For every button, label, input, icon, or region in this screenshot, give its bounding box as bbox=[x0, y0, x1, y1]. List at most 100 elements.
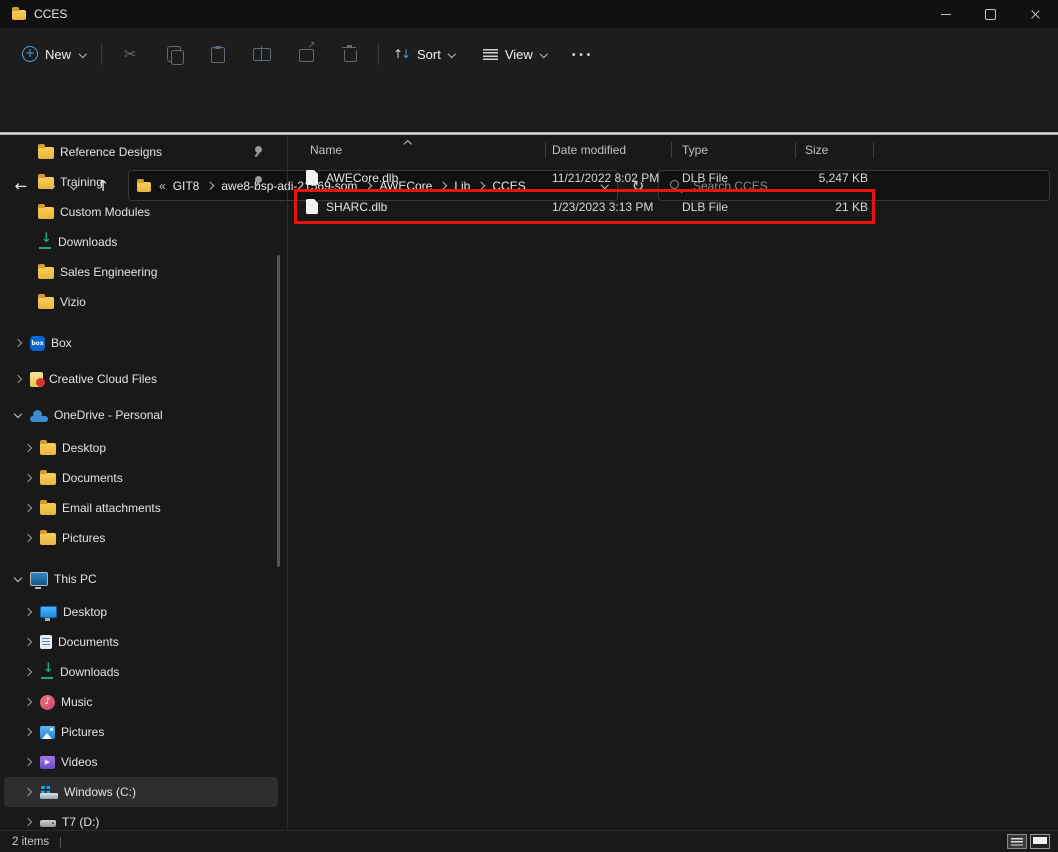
sidebar-item-videos[interactable]: Videos bbox=[4, 747, 278, 777]
folder-icon bbox=[38, 147, 54, 159]
file-explorer-window: CCES New Sort View bbox=[0, 0, 1058, 852]
sidebar-item-pictures[interactable]: Pictures bbox=[4, 523, 278, 553]
minimize-button[interactable] bbox=[923, 0, 968, 28]
chevron-right-icon[interactable] bbox=[22, 606, 34, 618]
chevron-right-icon[interactable] bbox=[22, 636, 34, 648]
sort-button[interactable]: Sort bbox=[385, 41, 465, 68]
chevron-right-icon[interactable] bbox=[22, 502, 34, 514]
folder-icon bbox=[12, 10, 26, 20]
folder-icon bbox=[40, 533, 56, 545]
chevron-right-icon[interactable] bbox=[22, 756, 34, 768]
sidebar-item-desktop[interactable]: Desktop bbox=[4, 597, 278, 627]
chevron-right-icon[interactable] bbox=[22, 442, 34, 454]
chevron-right-icon[interactable] bbox=[22, 696, 34, 708]
sidebar-item-desktop[interactable]: Desktop bbox=[4, 433, 278, 463]
file-row-sharc-dlb[interactable]: SHARC.dlb1/23/2023 3:13 PMDLB File21 KB bbox=[288, 192, 1058, 221]
sidebar-item-documents[interactable]: Documents bbox=[4, 627, 278, 657]
column-header-label: Size bbox=[805, 143, 828, 157]
sidebar-item-label: Videos bbox=[61, 755, 97, 769]
sidebar-item-label: Custom Modules bbox=[60, 205, 150, 219]
sidebar-item-reference-designs[interactable]: Reference Designs bbox=[4, 137, 278, 167]
see-more-button[interactable] bbox=[565, 38, 599, 70]
chevron-right-icon[interactable] bbox=[22, 786, 34, 798]
chevron-right-icon[interactable] bbox=[22, 816, 34, 828]
column-header-size[interactable]: Size bbox=[796, 137, 874, 163]
file-size: 5,247 KB bbox=[796, 171, 874, 185]
column-header-name[interactable]: Name bbox=[288, 137, 546, 163]
this-pc-icon bbox=[30, 572, 48, 586]
sidebar-item-pictures[interactable]: Pictures bbox=[4, 717, 278, 747]
share-button[interactable] bbox=[289, 38, 323, 70]
chevron-down-icon[interactable] bbox=[12, 409, 24, 421]
file-icon bbox=[306, 199, 318, 214]
chevron-right-icon[interactable] bbox=[12, 337, 24, 349]
view-toggles bbox=[1007, 834, 1050, 849]
documents-icon bbox=[40, 635, 52, 649]
sidebar-item-creative-cloud-files[interactable]: Creative Cloud Files bbox=[4, 361, 278, 397]
item-count: 2 items bbox=[12, 836, 49, 848]
sidebar-item-label: Sales Engineering bbox=[60, 265, 157, 279]
sidebar-item-sales-engineering[interactable]: Sales Engineering bbox=[4, 257, 278, 287]
sidebar-item-t7-d[interactable]: T7 (D:) bbox=[4, 807, 278, 830]
paste-icon bbox=[211, 47, 225, 63]
chevron-right-icon[interactable] bbox=[22, 532, 34, 544]
folder-icon bbox=[40, 473, 56, 485]
sidebar-item-music[interactable]: Music bbox=[4, 687, 278, 717]
sidebar-item-label: OneDrive - Personal bbox=[54, 408, 163, 422]
chevron-right-icon[interactable] bbox=[22, 666, 34, 678]
file-type: DLB File bbox=[672, 200, 796, 214]
delete-button[interactable] bbox=[333, 38, 367, 70]
view-button[interactable]: View bbox=[475, 41, 557, 68]
sidebar-item-label: Pictures bbox=[61, 725, 104, 739]
folder-icon bbox=[38, 177, 54, 189]
plus-circle-icon bbox=[22, 46, 38, 62]
chevron-right-icon[interactable] bbox=[22, 472, 34, 484]
chevron-down-icon bbox=[540, 50, 549, 59]
view-button-label: View bbox=[505, 47, 533, 62]
sidebar-item-downloads[interactable]: Downloads bbox=[4, 657, 278, 687]
rename-button[interactable] bbox=[245, 38, 279, 70]
sidebar-item-label: This PC bbox=[54, 572, 97, 586]
sidebar-item-label: Downloads bbox=[58, 235, 117, 249]
file-date-modified: 11/21/2022 8:02 PM bbox=[546, 171, 672, 185]
minimize-icon bbox=[941, 14, 951, 15]
chevron-right-icon[interactable] bbox=[12, 373, 24, 385]
file-rows: AWECore.dlb11/21/2022 8:02 PMDLB File5,2… bbox=[288, 163, 1058, 221]
new-button[interactable]: New bbox=[14, 40, 95, 68]
folder-icon bbox=[38, 207, 54, 219]
file-name: SHARC.dlb bbox=[326, 200, 387, 214]
sidebar-item-email-attachments[interactable]: Email attachments bbox=[4, 493, 278, 523]
sidebar-item-windows-c[interactable]: Windows (C:) bbox=[4, 777, 278, 807]
music-icon bbox=[40, 695, 55, 710]
large-icons-view-button[interactable] bbox=[1030, 834, 1050, 849]
column-header-date-modified[interactable]: Date modified bbox=[546, 137, 672, 163]
column-header-label: Name bbox=[310, 143, 342, 157]
chevron-down-icon[interactable] bbox=[12, 573, 24, 585]
trash-icon bbox=[344, 50, 357, 62]
sidebar-item-label: Windows (C:) bbox=[64, 785, 136, 799]
drive-icon bbox=[40, 820, 56, 827]
cut-button[interactable] bbox=[113, 38, 147, 70]
sidebar-item-training[interactable]: Training bbox=[4, 167, 278, 197]
sidebar-item-onedrive-personal[interactable]: OneDrive - Personal bbox=[4, 397, 278, 433]
chevron-right-icon[interactable] bbox=[22, 726, 34, 738]
sidebar-item-box[interactable]: Box bbox=[4, 325, 278, 361]
maximize-button[interactable] bbox=[968, 0, 1013, 28]
sidebar-item-vizio[interactable]: Vizio bbox=[4, 287, 278, 317]
sidebar-scrollbar[interactable] bbox=[277, 255, 280, 567]
close-button[interactable] bbox=[1013, 0, 1058, 28]
column-header-label: Date modified bbox=[552, 143, 626, 157]
sidebar-item-custom-modules[interactable]: Custom Modules bbox=[4, 197, 278, 227]
paste-button[interactable] bbox=[201, 38, 235, 70]
column-header-type[interactable]: Type bbox=[672, 137, 796, 163]
details-view-button[interactable] bbox=[1007, 834, 1027, 849]
sidebar-item-label: Desktop bbox=[63, 605, 107, 619]
sidebar-item-documents[interactable]: Documents bbox=[4, 463, 278, 493]
file-date-modified: 1/23/2023 3:13 PM bbox=[546, 200, 672, 214]
sidebar-item-downloads[interactable]: Downloads bbox=[4, 227, 278, 257]
window-title: CCES bbox=[34, 7, 67, 21]
sidebar-item-label: Pictures bbox=[62, 531, 105, 545]
sidebar-item-this-pc[interactable]: This PC bbox=[4, 561, 278, 597]
copy-button[interactable] bbox=[157, 38, 191, 70]
file-row-awecore-dlb[interactable]: AWECore.dlb11/21/2022 8:02 PMDLB File5,2… bbox=[288, 163, 1058, 192]
